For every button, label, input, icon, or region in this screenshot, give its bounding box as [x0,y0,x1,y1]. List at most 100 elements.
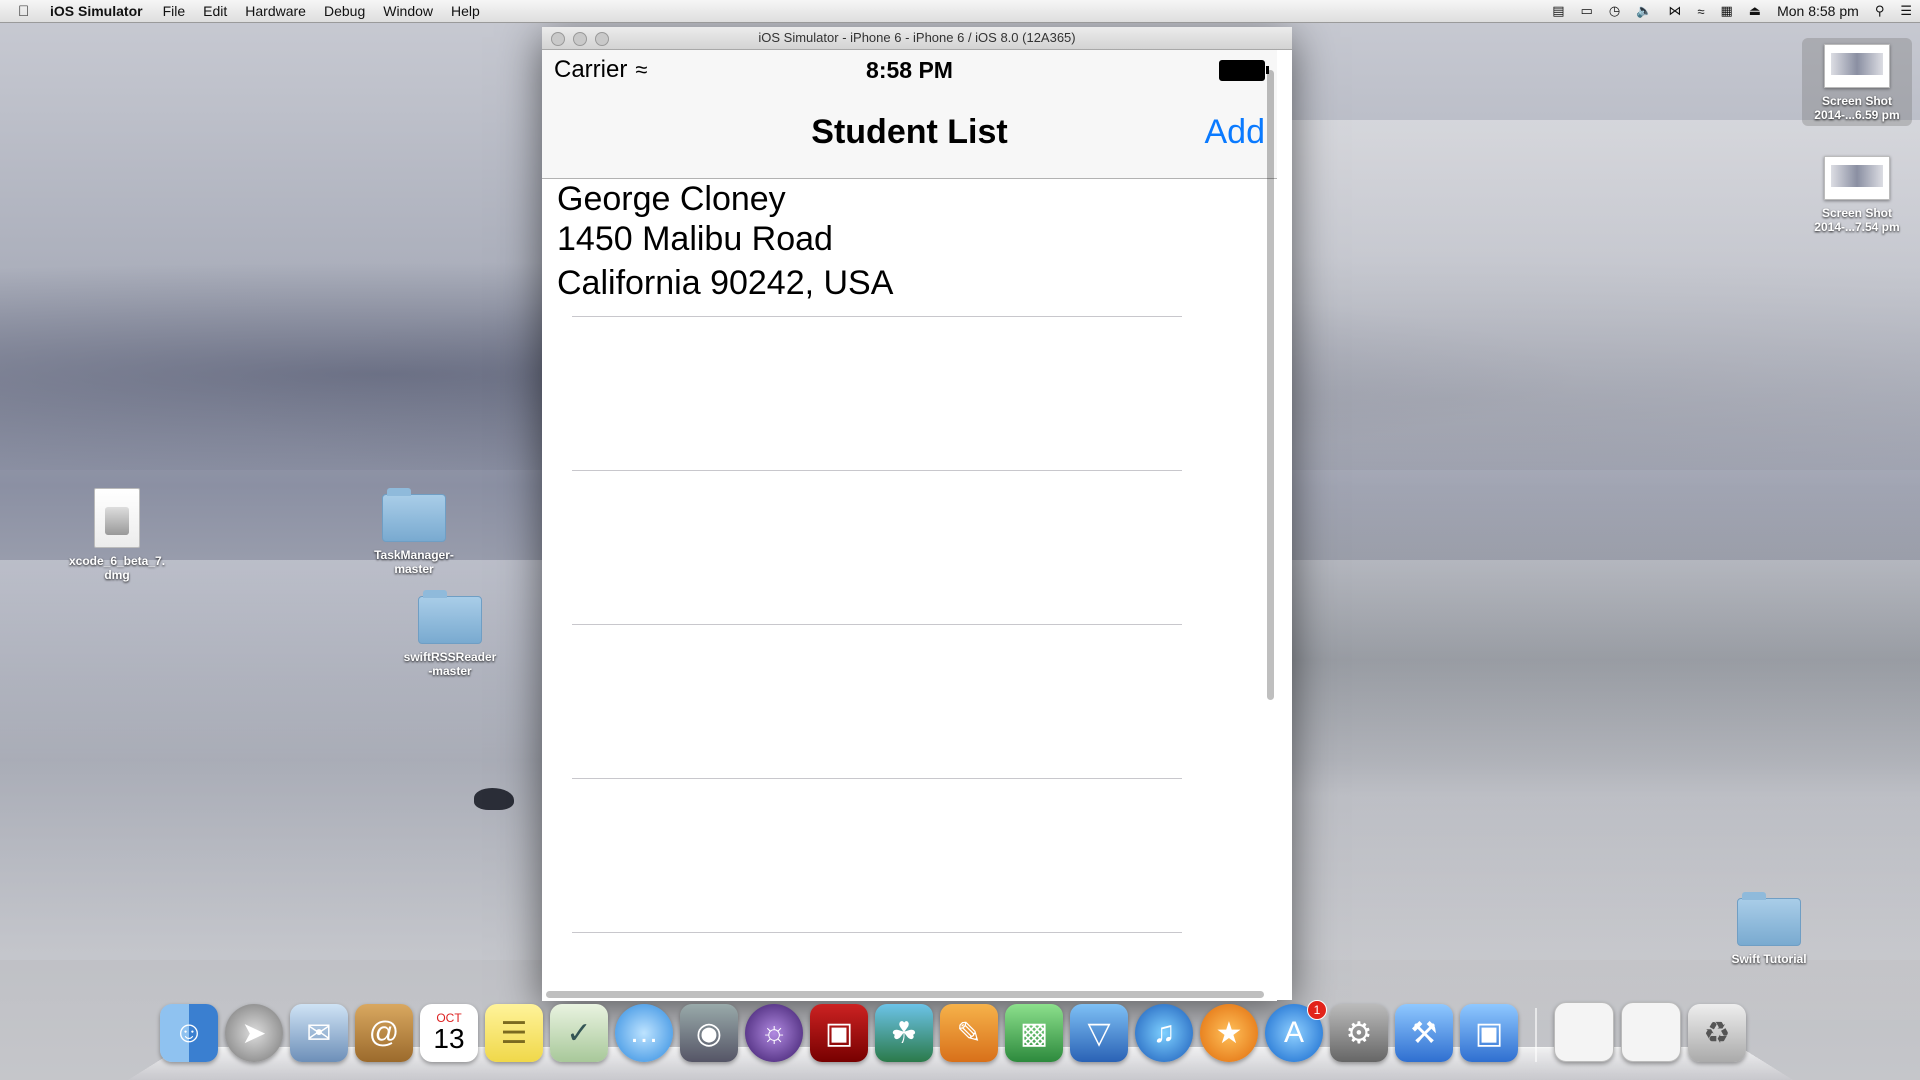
iphoto-icon[interactable]: ☘ [875,1004,933,1062]
numbers-icon[interactable]: ▩ [1005,1004,1063,1062]
desktop-wallpaper-field [1290,120,1920,1020]
bluetooth-icon[interactable]: ⋈ [1668,3,1681,19]
navigation-bar: Carrier ≈ 8:58 PM Student List Add [542,50,1277,179]
carrier-text: Carrier [554,56,628,83]
screenshot-icon [1824,44,1890,88]
ibooks-icon[interactable]: ★ [1200,1004,1258,1062]
close-window-button[interactable] [551,32,565,46]
empty-table-row [572,471,1182,625]
nav-title: Student List [811,113,1008,151]
desktop-icon-screenshot-2[interactable]: Screen Shot 2014-...7.54 pm [1802,156,1912,234]
folder-icon [382,488,446,542]
window-title: iOS Simulator - iPhone 6 - iPhone 6 / iO… [758,30,1076,45]
apple-menu-icon[interactable]:  [18,3,38,20]
volume-icon[interactable]: 🔈 [1636,3,1652,19]
mail-icon[interactable]: ✉ [290,1004,348,1062]
empty-table-row [572,625,1182,779]
xcode-icon[interactable]: ⚒ [1395,1004,1453,1062]
desktop-icon-label: Screen Shot [1821,206,1893,220]
empty-table-row [572,779,1182,933]
status-time: 8:58 PM [866,56,953,83]
window-controls [551,32,609,46]
vertical-scrollbar[interactable] [1267,70,1274,700]
student-table: George Cloney 1450 Malibu Road Californi… [542,179,1277,933]
dock-icons: ☺ ➤ ✉ @ OCT 13 ☰ ✓ … ◉ ☼ ▣ ☘ ✎ ▩ ▽ ♫ ★ A… [160,1000,1746,1062]
window-titlebar[interactable]: iOS Simulator - iPhone 6 - iPhone 6 / iO… [542,27,1292,50]
desktop-icon-label: master [394,562,434,576]
eclipse-icon[interactable]: ☼ [745,1004,803,1062]
dock: ☺ ➤ ✉ @ OCT 13 ☰ ✓ … ◉ ☼ ▣ ☘ ✎ ▩ ▽ ♫ ★ A… [128,1000,1793,1080]
screenshot-icon [1824,156,1890,200]
table-row[interactable]: George Cloney 1450 Malibu Road Californi… [557,179,1182,317]
menu-file[interactable]: File [163,3,186,19]
battery-icon [1219,59,1269,81]
desktop-icon-label: xcode_6_beta_7. [68,554,166,568]
desktop-icon-label: Swift Tutorial [1731,952,1807,966]
menu-hardware[interactable]: Hardware [245,3,306,19]
dock-separator [1535,1008,1537,1062]
facetime-icon[interactable]: ◉ [680,1004,738,1062]
horizontal-scrollbar[interactable] [546,991,1264,998]
launchpad-icon[interactable]: ➤ [225,1004,283,1062]
airplay-icon[interactable]: ▭ [1581,3,1593,19]
desktop-icon-label: 2014-...7.54 pm [1814,220,1900,234]
itunes-icon[interactable]: ♫ [1135,1004,1193,1062]
app-store-icon[interactable]: A 1 [1265,1000,1327,1062]
minimized-window-icon[interactable] [1554,1002,1614,1062]
zoom-window-button[interactable] [595,32,609,46]
minimize-window-button[interactable] [573,32,587,46]
notification-center-icon[interactable]: ☰ [1900,3,1912,19]
finder-icon[interactable]: ☺ [160,1004,218,1062]
desktop-icon-label: Screen Shot [1821,94,1893,108]
calendar-day: 13 [433,1023,465,1054]
desktop-icon-label: 2014-...6.59 pm [1814,108,1900,122]
menu-edit[interactable]: Edit [203,3,227,19]
student-cell-text: George Cloney 1450 Malibu Road Californi… [557,179,893,303]
time-machine-icon[interactable]: ◷ [1609,3,1620,19]
desktop-icon-label: dmg [104,568,130,582]
desktop-icon-swift-tutorial[interactable]: Swift Tutorial [1714,892,1824,966]
menu-help[interactable]: Help [451,3,480,19]
eject-icon[interactable]: ⏏ [1749,3,1761,19]
contacts-icon[interactable]: @ [355,1004,413,1062]
messages-icon[interactable]: … [615,1004,673,1062]
desktop-icon-taskmanager[interactable]: TaskManager- master [359,488,469,576]
menu-window[interactable]: Window [383,3,433,19]
simulator-icon[interactable]: ▣ [1460,1004,1518,1062]
display-icon[interactable]: ▤ [1552,3,1564,19]
desktop-icon-label: TaskManager- [374,548,454,562]
minimized-window-icon[interactable] [1621,1002,1681,1062]
menu-extras: ▤ ▭ ◷ 🔈 ⋈ ≈ ▦ ⏏ Mon 8:58 pm ⚲ ☰ [1544,3,1920,19]
pages-icon[interactable]: ✎ [940,1004,998,1062]
ios-simulator-window: iOS Simulator - iPhone 6 - iPhone 6 / iO… [542,27,1292,1001]
desktop-icon-swiftrssreader[interactable]: swiftRSSReader -master [395,590,505,678]
calendar-icon[interactable]: OCT 13 [420,1004,478,1062]
desktop-icon-screenshot-1[interactable]: Screen Shot 2014-...6.59 pm [1802,38,1912,126]
add-button[interactable]: Add [1205,113,1266,152]
wifi-icon[interactable]: ≈ [1697,4,1704,19]
student-name: George Cloney [557,180,786,218]
menu-bar:  iOS Simulator File Edit Hardware Debug… [0,0,1920,23]
notes-icon[interactable]: ☰ [485,1004,543,1062]
wifi-signal-icon: ≈ [635,57,648,82]
photo-booth-icon[interactable]: ▣ [810,1004,868,1062]
menu-app-name[interactable]: iOS Simulator [50,3,143,19]
folder-icon [1737,892,1801,946]
desktop-icon-label: swiftRSSReader [403,650,497,664]
student-region: California 90242, USA [557,264,894,302]
wallpaper-duck [474,788,514,810]
app-store-badge: 1 [1307,1000,1327,1020]
desktop-icon-label: -master [428,664,472,678]
reminders-icon[interactable]: ✓ [550,1004,608,1062]
menu-clock[interactable]: Mon 8:58 pm [1777,3,1859,19]
desktop-icon-xcode-dmg[interactable]: xcode_6_beta_7. dmg [62,488,172,582]
student-street: 1450 Malibu Road [557,220,833,258]
carrier-label: Carrier ≈ [554,56,647,84]
menu-debug[interactable]: Debug [324,3,365,19]
spotlight-search-icon[interactable]: ⚲ [1875,3,1885,19]
keynote-icon[interactable]: ▽ [1070,1004,1128,1062]
system-preferences-icon[interactable]: ⚙ [1330,1004,1388,1062]
input-menu-icon[interactable]: ▦ [1721,3,1733,19]
trash-icon[interactable]: ♻ [1688,1004,1746,1062]
dmg-file-icon [94,488,140,548]
